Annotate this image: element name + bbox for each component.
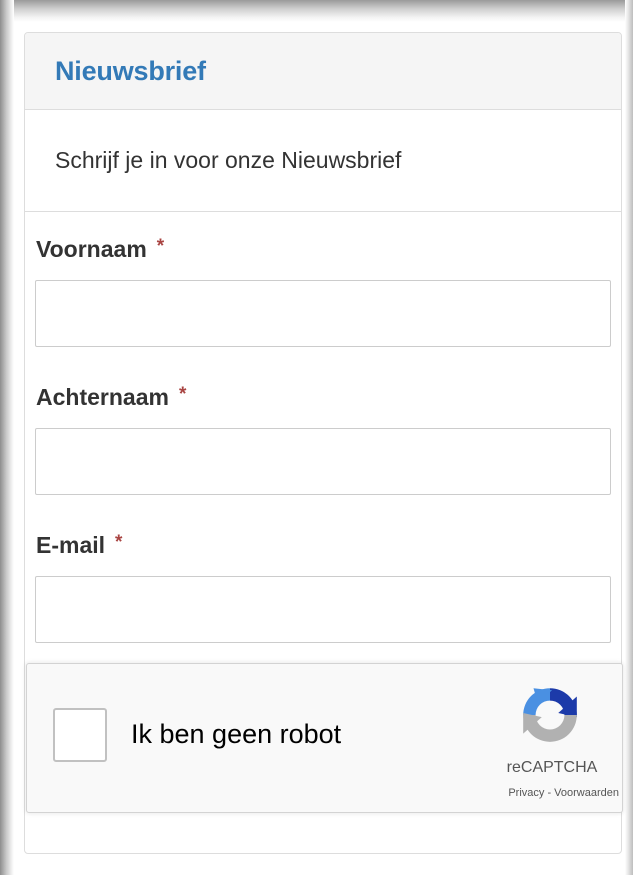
firstname-input[interactable] xyxy=(35,280,611,347)
window-shadow-top xyxy=(0,0,633,22)
email-input[interactable] xyxy=(35,576,611,643)
intro-text: Schrijf je in voor onze Nieuwsbrief xyxy=(55,147,402,173)
window-shadow-right xyxy=(625,0,633,875)
firstname-label: Voornaam * xyxy=(36,236,164,263)
panel-intro: Schrijf je in voor onze Nieuwsbrief xyxy=(25,110,621,212)
lastname-label-text: Achternaam xyxy=(36,384,169,410)
firstname-label-text: Voornaam xyxy=(36,236,147,262)
email-label: E-mail * xyxy=(36,532,122,559)
recaptcha-label: Ik ben geen robot xyxy=(131,719,342,749)
recaptcha-logo-icon xyxy=(523,688,577,742)
panel-heading: Nieuwsbrief xyxy=(25,33,621,110)
recaptcha-brand: reCAPTCHA xyxy=(506,759,598,776)
recaptcha-widget: Ik ben geen robot reCAPTCHA Privacy - Vo… xyxy=(26,663,623,813)
recaptcha-links: Privacy - Voorwaarden xyxy=(439,787,619,799)
lastname-input[interactable] xyxy=(35,428,611,495)
email-label-text: E-mail xyxy=(36,532,106,558)
recaptcha-privacy-link[interactable]: Privacy xyxy=(508,787,544,799)
recaptcha-checkbox[interactable] xyxy=(53,708,107,762)
firstname-required-marker: * xyxy=(156,236,165,257)
email-required-marker: * xyxy=(115,532,123,553)
panel-title: Nieuwsbrief xyxy=(55,55,206,86)
lastname-required-marker: * xyxy=(178,384,187,405)
recaptcha-links-separator: - xyxy=(544,787,555,799)
window-shadow-left xyxy=(0,0,14,875)
recaptcha-terms-link[interactable]: Voorwaarden xyxy=(554,787,619,799)
lastname-label: Achternaam * xyxy=(36,384,186,411)
